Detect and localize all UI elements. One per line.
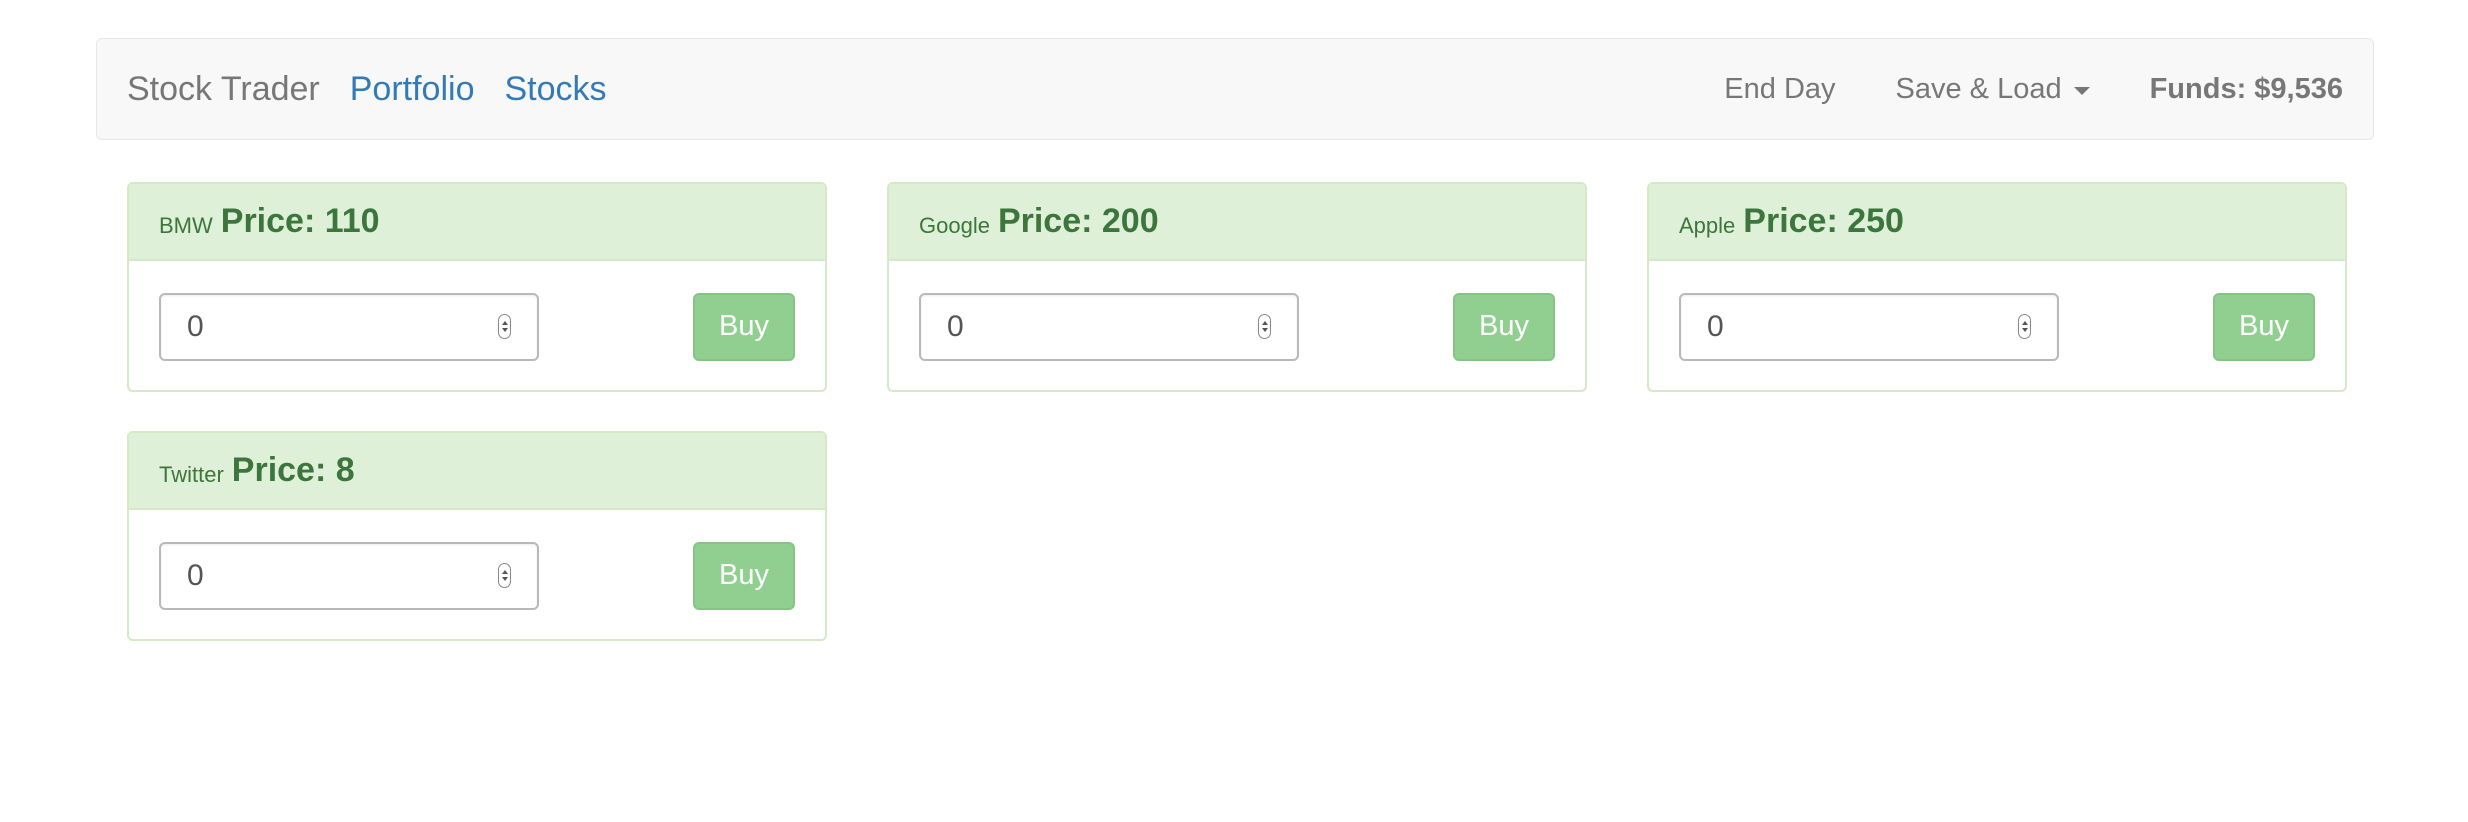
- funds-display: Funds: $9,536: [2149, 72, 2343, 105]
- buy-button[interactable]: Buy: [1453, 292, 1555, 361]
- stock-price: Price: 250: [1743, 202, 1904, 240]
- stock-card-body: 0 Buy: [129, 510, 825, 639]
- caret-down-icon: [2073, 87, 2090, 95]
- stock-card-body: 0 Buy: [129, 261, 825, 390]
- number-spinner-icon[interactable]: [498, 314, 511, 339]
- quantity-value: 0: [187, 309, 204, 343]
- stock-card-header: Google Price: 200: [889, 184, 1585, 261]
- nav-link-stocks[interactable]: Stocks: [504, 70, 606, 109]
- stock-card-bmw: BMW Price: 110 0 Buy: [127, 182, 827, 392]
- number-spinner-icon[interactable]: [498, 563, 511, 588]
- save-load-dropdown[interactable]: Save & Load: [1896, 73, 2090, 106]
- quantity-value: 0: [1707, 309, 1724, 343]
- stock-name: Google: [919, 212, 990, 238]
- stock-price: Price: 200: [997, 202, 1159, 240]
- number-spinner-icon[interactable]: [2018, 314, 2031, 339]
- save-load-label: Save & Load: [1895, 72, 2062, 105]
- quantity-value: 0: [187, 558, 204, 592]
- stock-card-google: Google Price: 200 0 Buy: [887, 182, 1587, 392]
- quantity-input[interactable]: 0: [159, 541, 539, 610]
- navbar: Stock Trader Portfolio Stocks End Day Sa…: [96, 38, 2374, 140]
- stock-price: Price: 110: [220, 202, 380, 240]
- quantity-input[interactable]: 0: [1679, 292, 2059, 361]
- end-day-link[interactable]: End Day: [1724, 73, 1835, 106]
- stock-card-header: BMW Price: 110: [129, 184, 825, 261]
- number-spinner-icon[interactable]: [1258, 314, 1271, 339]
- nav-link-portfolio[interactable]: Portfolio: [350, 70, 475, 109]
- buy-button[interactable]: Buy: [693, 541, 795, 610]
- stock-name: Apple: [1679, 212, 1736, 238]
- stock-name: Twitter: [159, 461, 224, 487]
- stock-card-body: 0 Buy: [889, 261, 1585, 390]
- brand-link[interactable]: Stock Trader: [127, 70, 320, 109]
- buy-button[interactable]: Buy: [2213, 292, 2315, 361]
- stock-price: Price: 8: [231, 451, 355, 489]
- quantity-input[interactable]: 0: [919, 292, 1299, 361]
- stock-card-twitter: Twitter Price: 8 0 Buy: [127, 431, 827, 641]
- quantity-value: 0: [947, 309, 964, 343]
- quantity-input[interactable]: 0: [159, 292, 539, 361]
- stock-card-body: 0 Buy: [1649, 261, 2345, 390]
- stock-card-apple: Apple Price: 250 0 Buy: [1647, 182, 2347, 392]
- buy-button[interactable]: Buy: [693, 292, 795, 361]
- stock-card-header: Twitter Price: 8: [129, 433, 825, 510]
- stock-name: BMW: [159, 212, 213, 238]
- stock-card-header: Apple Price: 250: [1649, 184, 2345, 261]
